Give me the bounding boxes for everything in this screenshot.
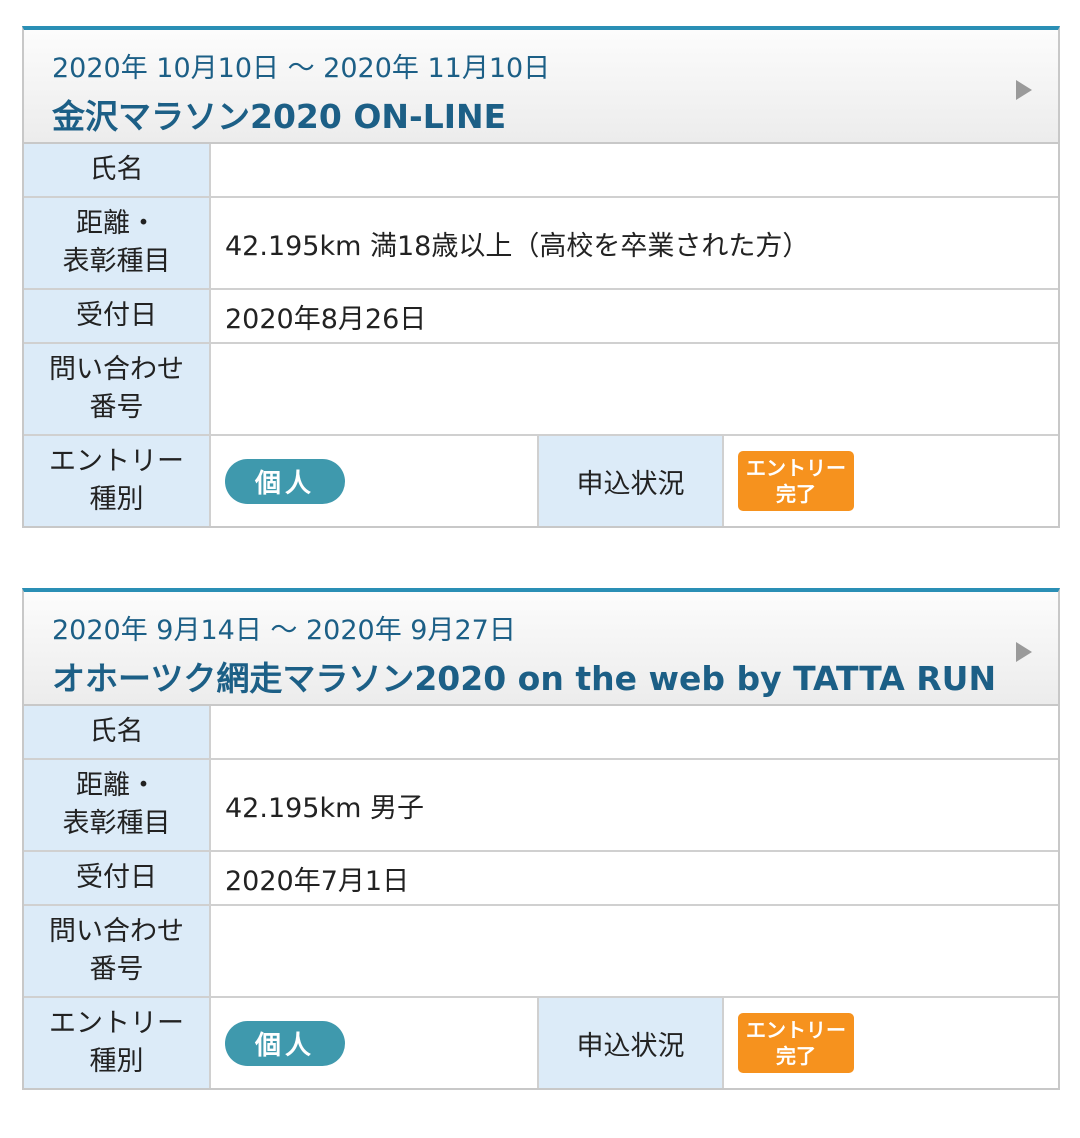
distance-label: 距離・ 表彰種目	[24, 758, 211, 852]
inquiry-number-value	[209, 342, 1058, 436]
entry-info-table: 氏名 距離・ 表彰種目 42.195km 男子 受付日 2020年7月1日 問い…	[24, 706, 1058, 1088]
received-date-value: 2020年8月26日	[209, 288, 1058, 344]
table-row: 氏名	[24, 706, 1058, 760]
distance-value: 42.195km 満18歳以上（高校を卒業された方）	[209, 196, 1058, 290]
name-value	[209, 144, 1058, 198]
entry-info-table: 氏名 距離・ 表彰種目 42.195km 満18歳以上（高校を卒業された方） 受…	[24, 144, 1058, 526]
entry-card-header[interactable]: 2020年 9月14日 ～ 2020年 9月27日 オホーツク網走マラソン202…	[24, 592, 1058, 706]
inquiry-number-label: 問い合わせ 番号	[24, 342, 211, 436]
entry-card: 2020年 10月10日 ～ 2020年 11月10日 金沢マラソン2020 O…	[22, 26, 1060, 528]
inquiry-number-value	[209, 904, 1058, 998]
table-row: 氏名	[24, 144, 1058, 198]
name-label: 氏名	[24, 144, 211, 198]
name-label: 氏名	[24, 706, 211, 760]
application-status-value: エントリー 完了	[722, 434, 1058, 526]
entry-type-value: 個人	[209, 996, 539, 1088]
individual-badge: 個人	[225, 1020, 346, 1066]
entry-card-header[interactable]: 2020年 10月10日 ～ 2020年 11月10日 金沢マラソン2020 O…	[24, 30, 1058, 144]
entry-complete-badge: エントリー 完了	[738, 451, 854, 511]
table-row: 距離・ 表彰種目 42.195km 満18歳以上（高校を卒業された方）	[24, 196, 1058, 290]
application-status-value: エントリー 完了	[722, 996, 1058, 1088]
received-date-label: 受付日	[24, 850, 211, 906]
table-row: エントリー 種別 個人 申込状況 エントリー 完了	[24, 434, 1058, 526]
entry-card: 2020年 9月14日 ～ 2020年 9月27日 オホーツク網走マラソン202…	[22, 588, 1060, 1090]
triangle-right-icon[interactable]	[1016, 80, 1032, 100]
table-row: 問い合わせ 番号	[24, 904, 1058, 998]
table-row: エントリー 種別 個人 申込状況 エントリー 完了	[24, 996, 1058, 1088]
application-status-label: 申込状況	[537, 434, 724, 526]
table-row: 受付日 2020年8月26日	[24, 288, 1058, 344]
inquiry-number-label: 問い合わせ 番号	[24, 904, 211, 998]
table-row: 受付日 2020年7月1日	[24, 850, 1058, 906]
name-value	[209, 706, 1058, 760]
table-row: 距離・ 表彰種目 42.195km 男子	[24, 758, 1058, 852]
received-date-label: 受付日	[24, 288, 211, 344]
application-status-label: 申込状況	[537, 996, 724, 1088]
entry-type-value: 個人	[209, 434, 539, 526]
triangle-right-icon[interactable]	[1016, 642, 1032, 662]
entry-complete-badge: エントリー 完了	[738, 1013, 854, 1073]
event-dates: 2020年 9月14日 ～ 2020年 9月27日	[52, 615, 516, 646]
event-title: オホーツク網走マラソン2020 on the web by TATTA RUN	[52, 659, 997, 698]
received-date-value: 2020年7月1日	[209, 850, 1058, 906]
distance-label: 距離・ 表彰種目	[24, 196, 211, 290]
event-title: 金沢マラソン2020 ON-LINE	[52, 97, 507, 136]
event-dates: 2020年 10月10日 ～ 2020年 11月10日	[52, 53, 551, 84]
individual-badge: 個人	[225, 458, 346, 504]
entry-type-label: エントリー 種別	[24, 434, 211, 526]
table-row: 問い合わせ 番号	[24, 342, 1058, 436]
entry-type-label: エントリー 種別	[24, 996, 211, 1088]
distance-value: 42.195km 男子	[209, 758, 1058, 852]
